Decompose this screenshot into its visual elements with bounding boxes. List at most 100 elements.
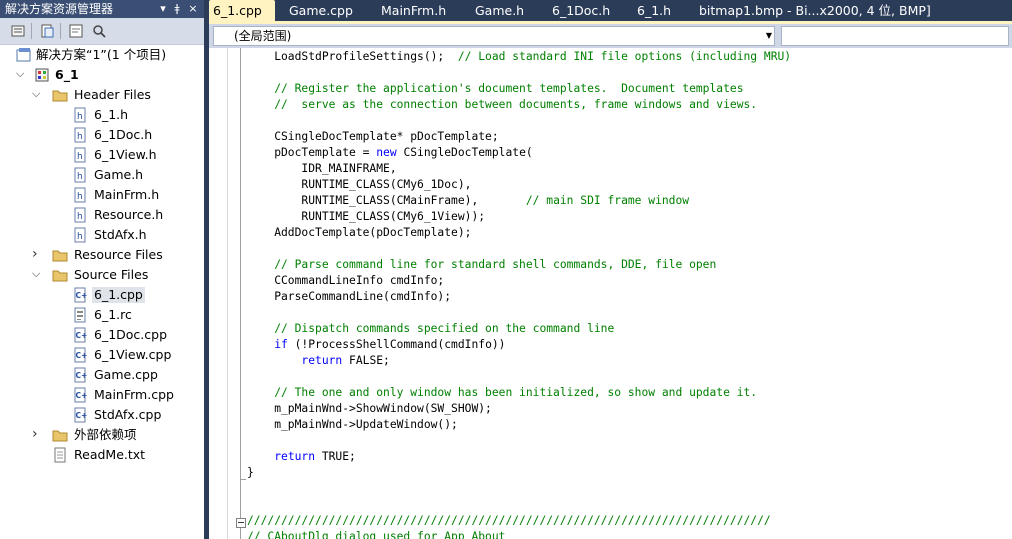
code-comment: // CAboutDlg dialog used for App About — [247, 530, 506, 539]
code-line: // CAboutDlg dialog used for App About — [247, 529, 505, 539]
code-line: RUNTIME_CLASS(CMy6_1View)); — [247, 209, 485, 225]
tree-item[interactable]: h Game.h — [0, 165, 204, 185]
code-comment: // serve as the connection between docum… — [247, 98, 758, 111]
svg-text:h: h — [77, 112, 83, 122]
properties-icon[interactable] — [10, 23, 26, 39]
code-line: AddDocTemplate(pDocTemplate); — [247, 225, 471, 241]
tree-item[interactable]: 解决方案“1”(1 个项目) — [0, 45, 204, 65]
cpp-file-icon: C+ — [74, 287, 87, 303]
code-text: ParseCommandLine(cmdInfo); — [247, 290, 452, 303]
tab-label: Game.h — [475, 3, 525, 18]
tab-6-1-h[interactable]: 6_1.h — [633, 0, 691, 21]
outline-guide-line — [240, 528, 241, 539]
tree-item[interactable]: C+ 6_1View.cpp — [0, 345, 204, 365]
tab-mainfrm-h[interactable]: MainFrm.h — [377, 0, 457, 21]
tree-item-label: MainFrm.h — [94, 187, 160, 202]
code-comment: // Parse command line for standard shell… — [247, 258, 717, 271]
tree-item[interactable]: h MainFrm.h — [0, 185, 204, 205]
tree-item[interactable]: C+ 6_1.cpp — [0, 285, 204, 305]
tree-item[interactable]: ⌵ 6_1 — [0, 65, 204, 85]
tree-item-label: Game.cpp — [94, 367, 158, 382]
code-text: RUNTIME_CLASS(CMy6_1Doc), — [247, 178, 472, 191]
tree-item[interactable]: ReadMe.txt — [0, 445, 204, 465]
expand-arrow-icon[interactable]: ⌵ — [32, 268, 42, 280]
collapse-region-icon[interactable] — [236, 518, 246, 528]
code-text: CSingleDocTemplate* pDocTemplate; — [247, 130, 499, 143]
tree-item[interactable]: C+ Game.cpp — [0, 365, 204, 385]
code-line: if (!ProcessShellCommand(cmdInfo)) — [247, 337, 505, 353]
rc-file-icon — [74, 307, 86, 323]
code-editor[interactable]: LoadStdProfileSettings(); // Load standa… — [209, 48, 1012, 539]
svg-text:C+: C+ — [76, 391, 88, 400]
code-line: return TRUE; — [247, 449, 356, 465]
outline-guide-line — [240, 48, 241, 528]
tree-item[interactable]: C+ 6_1Doc.cpp — [0, 325, 204, 345]
code-text: (!ProcessShellCommand(cmdInfo)) — [287, 338, 506, 351]
code-line: IDR_MAINFRAME, — [247, 161, 396, 177]
tree-item[interactable]: C+ StdAfx.cpp — [0, 405, 204, 425]
tree-item[interactable]: h Resource.h — [0, 205, 204, 225]
close-icon[interactable]: × — [186, 0, 200, 18]
tab-bitmap1-bmp[interactable]: bitmap1.bmp - Bi...x2000, 4 位, BMP] — [695, 0, 995, 21]
tree-item[interactable]: › 外部依赖项 — [0, 425, 204, 445]
code-text: RUNTIME_CLASS(CMy6_1View)); — [247, 210, 486, 223]
tree-item-label: 6_1.h — [94, 107, 129, 122]
tab-game-h[interactable]: Game.h — [471, 0, 537, 21]
code-comment: // The one and only window has been init… — [247, 386, 758, 399]
tree-item[interactable]: 6_1.rc — [0, 305, 204, 325]
tab-game-cpp[interactable]: Game.cpp — [285, 0, 365, 21]
code-line: m_pMainWnd->ShowWindow(SW_SHOW); — [247, 401, 492, 417]
window-position-dropdown-button[interactable]: ▾ — [156, 0, 170, 18]
code-text: AddDocTemplate(pDocTemplate); — [247, 226, 472, 239]
collapse-arrow-icon[interactable]: › — [32, 247, 42, 261]
tree-item[interactable]: C+ MainFrm.cpp — [0, 385, 204, 405]
code-line: // Parse command line for standard shell… — [247, 257, 716, 273]
cpp-file-icon: C+ — [74, 407, 87, 423]
cpp-file-icon: C+ — [74, 327, 87, 343]
tab-6-1-cpp[interactable]: 6_1.cpp — [209, 0, 275, 21]
tree-item-label: Game.h — [94, 167, 144, 182]
header-file-icon: h — [74, 227, 86, 243]
code-line: // Dispatch commands specified on the co… — [247, 321, 614, 337]
cpp-file-icon: C+ — [74, 347, 88, 363]
code-text: CSingleDocTemplate( — [396, 146, 533, 159]
editor-gutter — [209, 48, 227, 539]
tab-label: MainFrm.h — [381, 3, 447, 18]
refresh-icon[interactable] — [68, 23, 84, 39]
solution-icon — [16, 48, 31, 62]
tree-item-label: 6_1.rc — [94, 307, 132, 322]
chevron-down-icon: ▼ — [765, 31, 772, 40]
tree-item-label: 6_1View.cpp — [94, 347, 172, 362]
code-line: CCommandLineInfo cmdInfo; — [247, 273, 444, 289]
tree-item[interactable]: ⌵ Header Files — [0, 85, 204, 105]
svg-text:h: h — [77, 232, 83, 242]
scope-dropdown[interactable]: (全局范围) ▼ — [213, 26, 775, 46]
tree-item[interactable]: ⌵ Source Files — [0, 265, 204, 285]
show-all-files-icon[interactable] — [39, 23, 55, 39]
code-text: CCommandLineInfo cmdInfo; — [247, 274, 445, 287]
code-text: pDocTemplate = — [247, 146, 377, 159]
pin-icon[interactable]: ǂ — [170, 0, 184, 18]
class-diagram-icon[interactable] — [91, 23, 107, 39]
code-comment: // Dispatch commands specified on the co… — [247, 322, 615, 335]
code-text: FALSE; — [342, 354, 390, 367]
tree-item[interactable]: › Resource Files — [0, 245, 204, 265]
tree-item[interactable]: h StdAfx.h — [0, 225, 204, 245]
member-dropdown[interactable] — [781, 26, 1009, 46]
tree-item[interactable]: h 6_1View.h — [0, 145, 204, 165]
tree-item[interactable]: h 6_1Doc.h — [0, 125, 204, 145]
tree-item[interactable]: h 6_1.h — [0, 105, 204, 125]
tree-item-label: ReadMe.txt — [74, 447, 146, 462]
svg-text:C+: C+ — [76, 351, 88, 360]
expand-arrow-icon[interactable]: ⌵ — [16, 68, 26, 80]
tree-item-label: StdAfx.cpp — [94, 407, 162, 422]
collapse-arrow-icon[interactable]: › — [32, 427, 42, 441]
tab-6-1doc-h[interactable]: 6_1Doc.h — [548, 0, 628, 21]
code-line: // serve as the connection between docum… — [247, 97, 757, 113]
tab-label: 6_1Doc.h — [552, 3, 611, 18]
folder-icon — [52, 430, 68, 442]
code-line: CSingleDocTemplate* pDocTemplate; — [247, 129, 499, 145]
svg-text:h: h — [77, 152, 83, 162]
expand-arrow-icon[interactable]: ⌵ — [32, 88, 42, 100]
